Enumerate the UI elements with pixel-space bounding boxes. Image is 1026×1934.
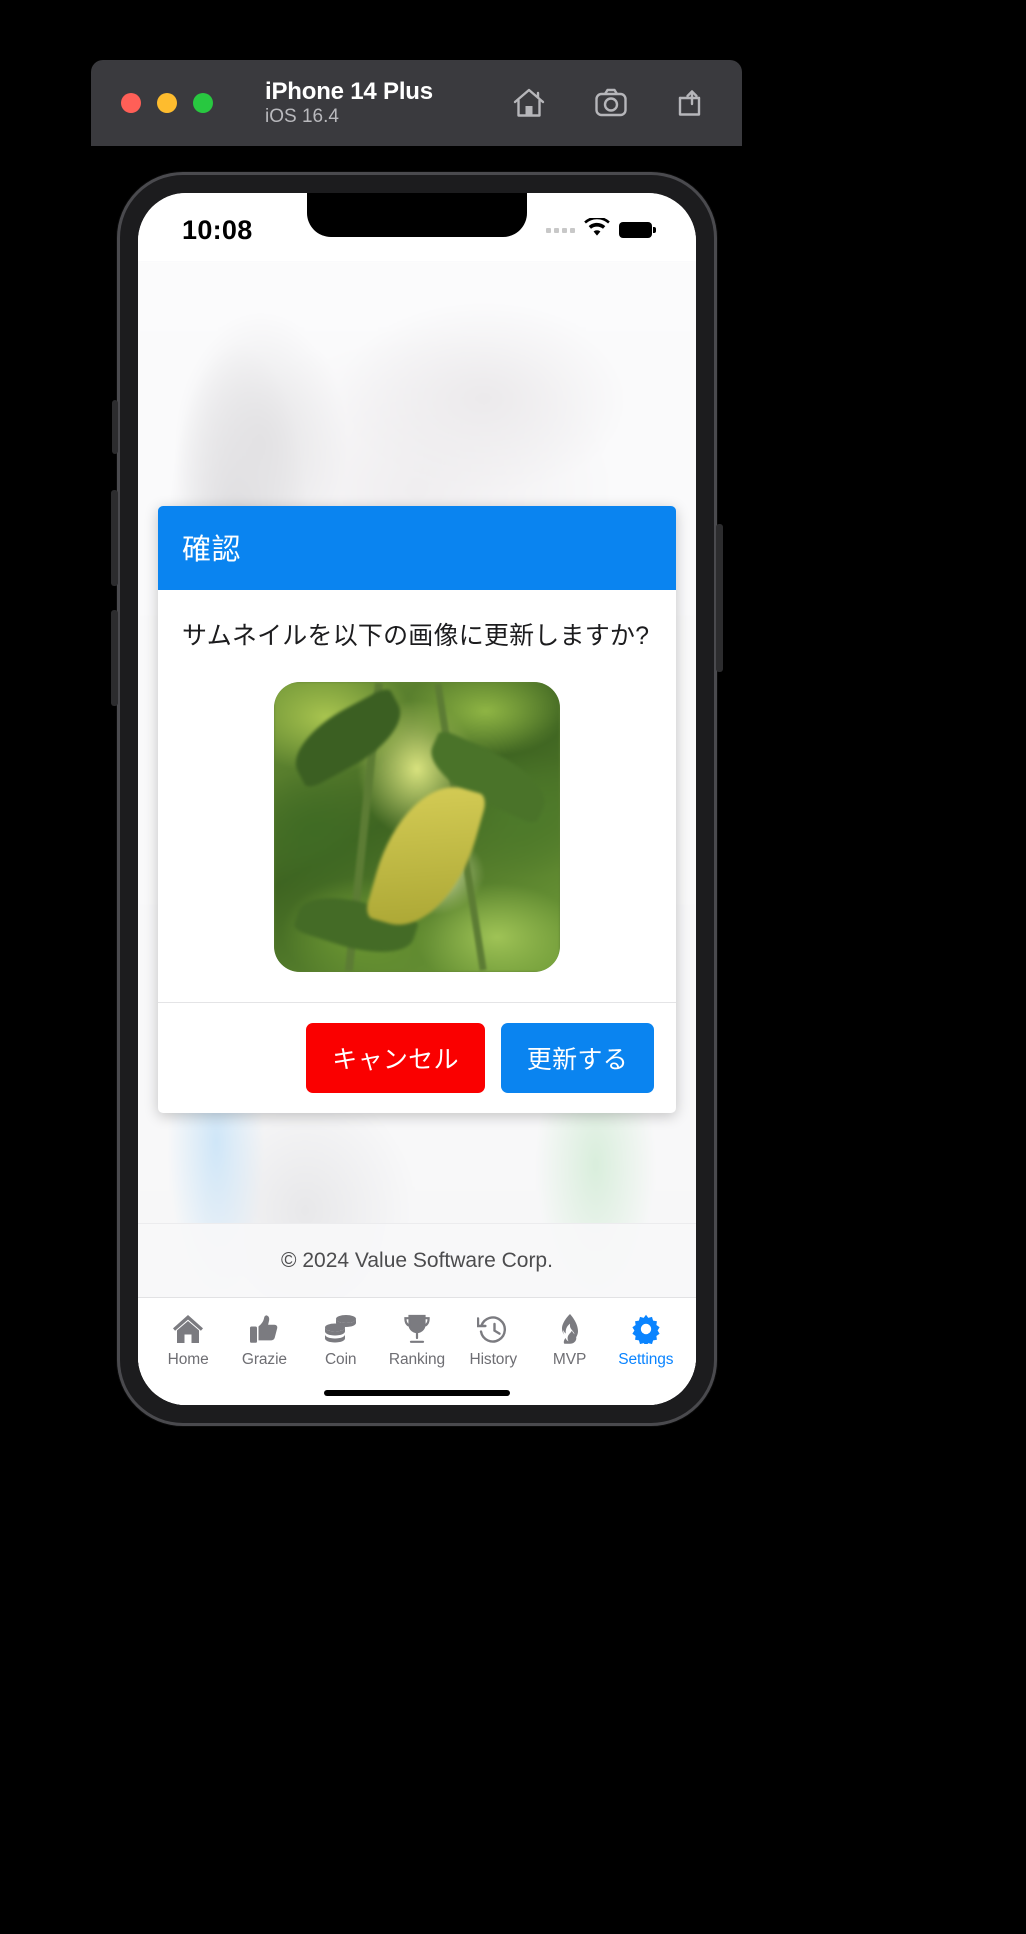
tab-ranking[interactable]: Ranking: [379, 1312, 455, 1369]
coins-icon: [324, 1312, 358, 1346]
copyright-footer: © 2024 Value Software Corp.: [138, 1223, 696, 1297]
dialog-message: サムネイルを以下の画像に更新しますか?: [182, 622, 650, 650]
tab-mvp[interactable]: MVP: [531, 1312, 607, 1369]
gear-icon: [631, 1312, 661, 1346]
simulator-titlebar: iPhone 14 Plus iOS 16.4: [91, 60, 742, 146]
tab-history[interactable]: History: [455, 1312, 531, 1369]
phone-frame: 10:08 確認 サムネイルを以下の画像に更新しますか? キャンセル 更新する …: [111, 172, 723, 1426]
window-controls: [121, 93, 213, 113]
home-indicator[interactable]: [324, 1390, 510, 1396]
dialog-actions: キャンセル 更新する: [158, 1002, 676, 1113]
cellular-dots-icon: [546, 227, 575, 233]
battery-full-icon: [619, 222, 656, 238]
tab-label: Home: [167, 1351, 209, 1368]
screenshot-icon[interactable]: [594, 87, 628, 119]
notch: [307, 193, 527, 237]
tab-home[interactable]: Home: [150, 1312, 226, 1369]
app-content: 確認 サムネイルを以下の画像に更新しますか? キャンセル 更新する © 2024…: [138, 261, 696, 1405]
confirm-button[interactable]: 更新する: [500, 1023, 654, 1093]
tab-coin[interactable]: Coin: [303, 1312, 379, 1369]
status-indicators: [546, 216, 656, 242]
fire-icon: [558, 1312, 582, 1346]
cancel-button[interactable]: キャンセル: [306, 1023, 485, 1093]
dialog-body: サムネイルを以下の画像に更新しますか?: [158, 590, 676, 1002]
volume-up-button[interactable]: [111, 490, 118, 586]
trophy-icon: [402, 1312, 432, 1346]
phone-screen: 10:08 確認 サムネイルを以下の画像に更新しますか? キャンセル 更新する …: [138, 193, 696, 1405]
confirmation-dialog: 確認 サムネイルを以下の画像に更新しますか? キャンセル 更新する: [158, 506, 676, 1113]
tab-label: Settings: [618, 1351, 674, 1368]
device-name: iPhone 14 Plus: [265, 77, 433, 105]
bottom-tab-bar: Home Grazie Coin Ranking History MVP Set…: [138, 1297, 696, 1405]
house-icon: [172, 1312, 204, 1346]
home-icon[interactable]: [512, 87, 546, 119]
dialog-header: 確認: [158, 506, 676, 590]
close-window-button[interactable]: [121, 93, 141, 113]
tab-label: Coin: [324, 1351, 357, 1368]
status-bar: 10:08: [138, 193, 696, 261]
tab-label: History: [469, 1351, 518, 1368]
minimize-window-button[interactable]: [157, 93, 177, 113]
clock-rotate-left-icon: [477, 1312, 509, 1346]
thumbnail-preview-image: [274, 682, 560, 972]
volume-down-button[interactable]: [111, 610, 118, 706]
dialog-title: 確認: [182, 534, 242, 566]
thumbnail-preview-wrapper: [182, 682, 652, 972]
simulator-title: iPhone 14 Plus iOS 16.4: [265, 77, 433, 127]
share-icon[interactable]: [676, 87, 708, 119]
thumbs-up-icon: [249, 1312, 279, 1346]
silent-switch[interactable]: [112, 400, 118, 454]
tab-settings[interactable]: Settings: [608, 1312, 684, 1369]
tab-label: MVP: [552, 1351, 587, 1368]
tab-grazie[interactable]: Grazie: [226, 1312, 302, 1369]
os-version: iOS 16.4: [265, 105, 339, 127]
tab-label: Grazie: [241, 1351, 287, 1368]
status-time: 10:08: [182, 214, 253, 245]
wifi-icon: [584, 216, 610, 242]
tab-label: Ranking: [388, 1351, 446, 1368]
power-button[interactable]: [716, 524, 723, 672]
simulator-actions: [512, 87, 708, 119]
zoom-window-button[interactable]: [193, 93, 213, 113]
